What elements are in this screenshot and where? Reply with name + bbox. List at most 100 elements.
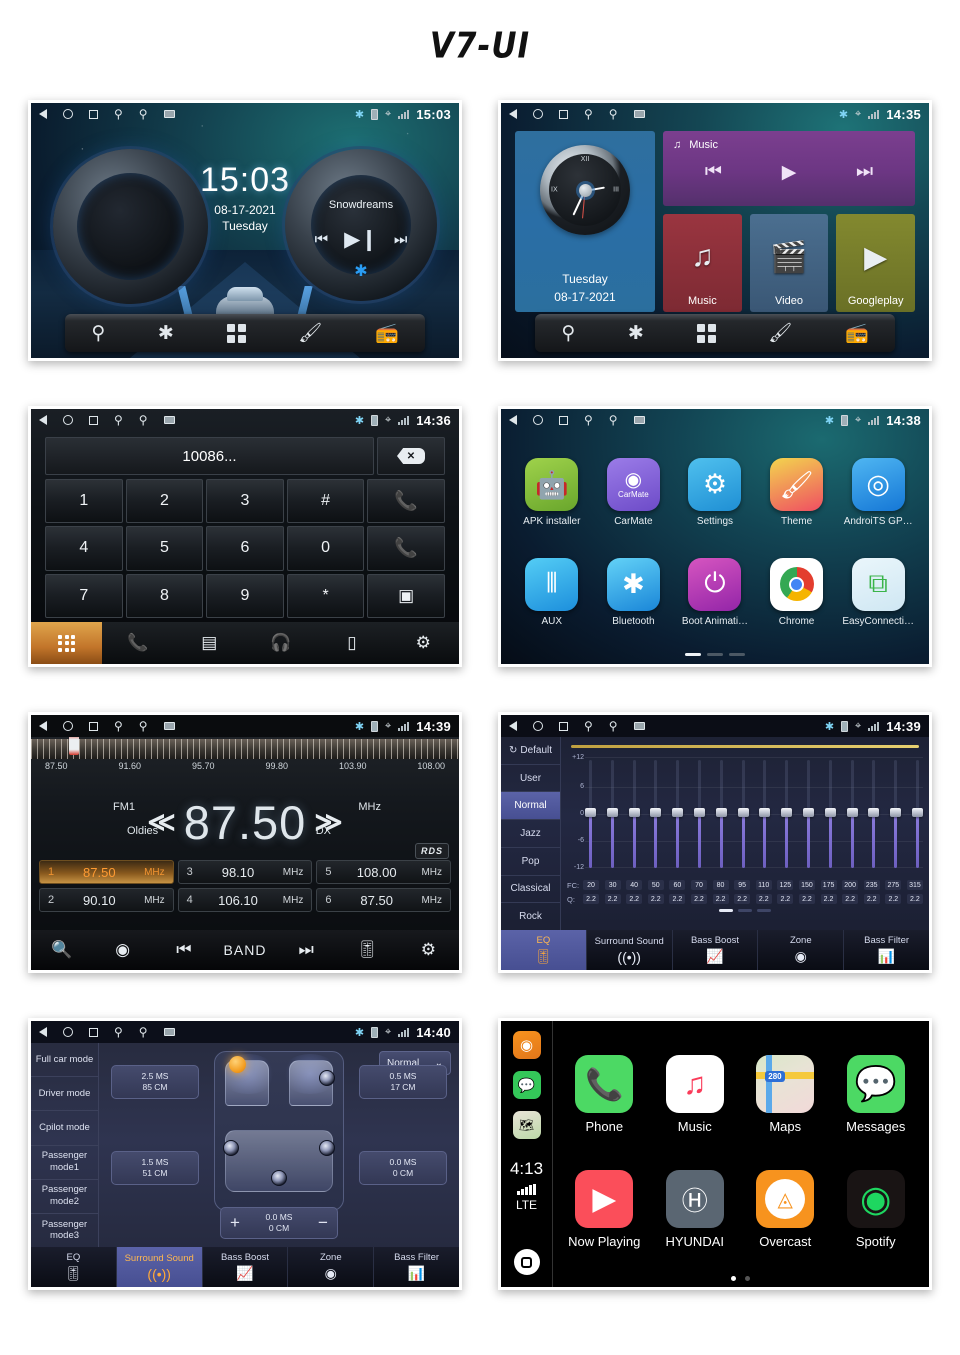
eq-preset-default[interactable]: ↻ Default [501, 737, 560, 765]
fc-value[interactable]: 60 [669, 880, 686, 890]
home-icon[interactable] [63, 721, 73, 731]
eq-band-slider[interactable] [650, 754, 662, 876]
next-button[interactable]: ⏭ [394, 231, 408, 248]
q-value[interactable]: 2.2 [669, 894, 686, 904]
q-value[interactable]: 2.2 [604, 894, 621, 904]
key-1[interactable]: 1 [45, 479, 123, 524]
eq-band-slider[interactable] [890, 754, 902, 876]
eq-band-slider[interactable] [802, 754, 814, 876]
home-icon[interactable] [63, 415, 73, 425]
tab-bass-filter[interactable]: Bass Filter 📊 [844, 930, 929, 970]
eq-preset-normal[interactable]: Normal [501, 792, 560, 821]
eq-band-slider[interactable] [737, 754, 749, 876]
fc-value[interactable]: 70 [690, 880, 707, 890]
play-button[interactable]: ▶ [782, 161, 797, 184]
key-hash[interactable]: # [286, 479, 365, 524]
radio-icon[interactable]: 📻 [845, 321, 869, 345]
tab-eq[interactable]: EQ 🎚 [31, 1247, 117, 1287]
tile-music[interactable]: ♫ Music [663, 214, 742, 312]
mode-passenger-1[interactable]: Passenger mode1 [31, 1146, 98, 1180]
call-button[interactable]: 📞 [367, 479, 445, 524]
app-carmate[interactable]: ◉ CarMate CarMate [594, 458, 672, 527]
increase-button[interactable]: + [221, 1213, 249, 1233]
q-value[interactable]: 2.2 [583, 894, 599, 904]
maps-icon[interactable]: 🗺 [512, 1111, 541, 1139]
theme-icon[interactable]: 🖌 [298, 321, 322, 345]
overcast-icon[interactable]: ◉ [512, 1031, 541, 1059]
eq-band-slider[interactable] [628, 754, 640, 876]
carplay-app-messages[interactable]: 💬 Messages [831, 1055, 921, 1134]
bluetooth-icon[interactable]: ✱ [628, 322, 644, 345]
home-icon[interactable] [533, 721, 543, 731]
bt-settings-icon[interactable]: ⚙ [388, 622, 459, 664]
fc-value[interactable]: 110 [755, 880, 772, 890]
messages-icon[interactable]: 💬 [512, 1071, 541, 1099]
key-6[interactable]: 6 [206, 526, 284, 571]
app-androits-gps[interactable]: ◎ AndroiTS GP… [839, 458, 917, 527]
key-0[interactable]: 0 [286, 526, 365, 571]
back-icon[interactable] [509, 721, 517, 731]
screenshot-icon[interactable] [633, 416, 645, 424]
eq-preset-user[interactable]: User [501, 765, 560, 793]
screenshot-icon[interactable] [633, 722, 645, 730]
fc-value[interactable]: 80 [712, 880, 729, 890]
screen-app-drawer[interactable]: ⚲ ⚲ ✱ ⌖ 14:38 🤖 APK installer ◉ CarMate … [498, 406, 932, 667]
recents-icon[interactable] [89, 109, 98, 119]
mode-cpilot[interactable]: Cpilot mode [31, 1111, 98, 1146]
back-icon[interactable] [39, 109, 47, 119]
preset-3[interactable]: 3 98.10 MHz [177, 860, 313, 884]
app-settings[interactable]: ⚙ Settings [676, 458, 754, 527]
tab-zone[interactable]: Zone ◉ [288, 1247, 375, 1287]
local-dx-icon[interactable]: ◉ [92, 940, 153, 960]
eq-band-slider[interactable] [911, 754, 923, 876]
listener-position-marker[interactable] [229, 1056, 246, 1073]
carplay-app-music[interactable]: ♫ Music [650, 1055, 740, 1134]
back-icon[interactable] [39, 1027, 47, 1037]
key-2[interactable]: 2 [125, 479, 204, 524]
eq-preset-classical[interactable]: Classical [501, 876, 560, 904]
eq-band-slider[interactable] [824, 754, 836, 876]
prev-button[interactable]: ⏮ [315, 231, 329, 248]
key-4[interactable]: 4 [45, 526, 123, 571]
home-icon[interactable] [533, 109, 543, 119]
fc-value[interactable]: 200 [842, 880, 859, 890]
call-log-icon[interactable]: 📞 [102, 622, 173, 664]
screen-carplay[interactable]: ◉ 💬 🗺 4:13 LTE 📞 Phone ♫ Music 280 Maps … [498, 1018, 932, 1290]
carplay-app-hyundai[interactable]: Ⓗ HYUNDAI [650, 1170, 740, 1249]
eq-band-slider[interactable] [846, 754, 858, 876]
key-3[interactable]: 3 [206, 479, 284, 524]
q-value[interactable]: 2.2 [690, 894, 707, 904]
app-boot-animation[interactable]: ⏻ Boot Animati… [676, 557, 754, 627]
tuner-scale-bar[interactable] [31, 739, 459, 759]
app-theme[interactable]: 🖌 Theme [758, 458, 836, 527]
fc-value[interactable]: 30 [604, 880, 621, 890]
home-icon[interactable] [533, 415, 543, 425]
apps-icon[interactable] [696, 323, 716, 343]
next-button[interactable]: ⏭ [856, 161, 873, 184]
preset-1[interactable]: 1 87.50 MHz [39, 860, 174, 884]
delay-rear-left[interactable]: 1.5 MS 51 CM [111, 1151, 199, 1185]
bt-audio-icon[interactable]: 🎧 [245, 622, 316, 664]
q-value[interactable]: 2.2 [626, 894, 643, 904]
q-value[interactable]: 2.2 [712, 894, 729, 904]
tab-bass-boost[interactable]: Bass Boost 📈 [673, 930, 759, 970]
theme-icon[interactable]: 🖌 [768, 321, 792, 345]
app-aux[interactable]: ⦀ AUX [513, 557, 591, 627]
eq-preset-pop[interactable]: Pop [501, 848, 560, 876]
carplay-home-button[interactable] [513, 1249, 540, 1275]
tab-zone[interactable]: Zone ◉ [758, 930, 845, 970]
navigation-icon[interactable]: ⚲ [91, 322, 105, 345]
tab-bass-filter[interactable]: Bass Filter 📊 [374, 1247, 459, 1287]
q-value[interactable]: 2.2 [734, 894, 751, 904]
hangup-button[interactable]: 📞 [367, 526, 445, 571]
carplay-app-phone[interactable]: 📞 Phone [559, 1055, 649, 1134]
recents-icon[interactable] [559, 109, 568, 119]
q-value[interactable]: 2.2 [885, 894, 902, 904]
backspace-button[interactable]: ✕ [377, 437, 445, 475]
key-7[interactable]: 7 [45, 573, 123, 618]
screen-home-clock[interactable]: ⚲ ⚲ ✱ ⌖ 15:03 15:03 08-17-2021 Tuesday S… [28, 100, 462, 361]
fc-value[interactable]: 275 [885, 880, 902, 890]
eq-band-slider[interactable] [585, 754, 596, 876]
mode-passenger-3[interactable]: Passenger mode3 [31, 1214, 98, 1247]
q-value[interactable]: 2.2 [906, 894, 923, 904]
